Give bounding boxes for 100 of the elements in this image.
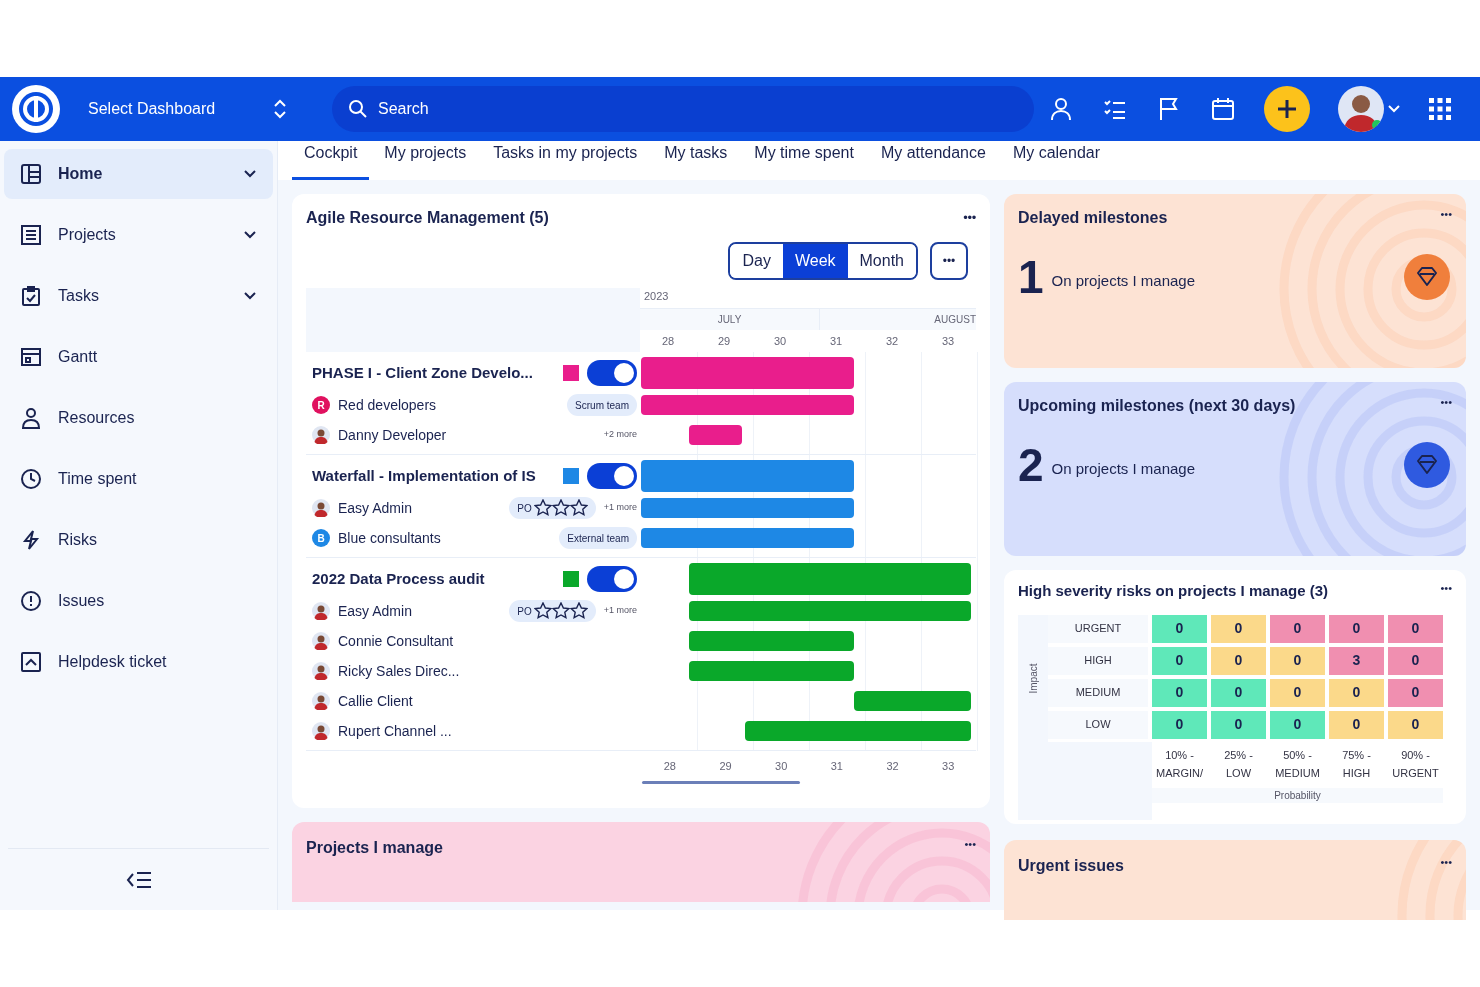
star-icon[interactable] (551, 499, 570, 517)
matrix-cell: 0 (1270, 646, 1325, 675)
week-label: 29 (716, 334, 732, 349)
more-button[interactable]: ••• (1440, 394, 1452, 418)
avatar-icon (312, 602, 330, 620)
sidebar-item[interactable]: Gantt (4, 332, 273, 382)
tab[interactable]: My calendar (1012, 141, 1101, 180)
week-label: 32 (884, 334, 900, 349)
week-label: 33 (941, 759, 956, 774)
resource-name: Rupert Channel ... (338, 721, 453, 741)
more-button[interactable]: ••• (964, 836, 976, 860)
card-title: Urgent issues (1018, 856, 1124, 876)
matrix-cell: 0 (1211, 710, 1266, 739)
milestone-caption: On projects I manage (1051, 270, 1196, 291)
milestone-count: 1 (1018, 254, 1044, 300)
person-icon (20, 407, 42, 429)
sidebar-item[interactable]: Issues (4, 576, 273, 626)
more-button[interactable]: ••• (930, 242, 968, 280)
star-icon[interactable] (569, 602, 588, 620)
sidebar-item[interactable]: Home (4, 149, 273, 199)
toggle[interactable] (587, 566, 637, 592)
matrix-cell: 0 (1211, 614, 1266, 643)
more-count: +2 more (603, 428, 637, 442)
card-title: High severity risks on projects I manage (3) (1018, 581, 1329, 601)
logo-icon[interactable] (12, 85, 60, 133)
more-button[interactable]: ••• (1440, 580, 1452, 603)
column-label: 50% - MEDIUM (1274, 747, 1321, 781)
caret-icon[interactable] (1388, 105, 1400, 113)
week-label: 28 (660, 334, 676, 349)
dashboard-icon (20, 163, 42, 185)
chevron-icon (243, 230, 257, 240)
axis-label: Impact (1026, 663, 1040, 693)
week-label: 28 (662, 759, 677, 774)
week-label: 32 (885, 759, 900, 774)
tab[interactable]: My time spent (754, 141, 854, 180)
milestone-count: 2 (1018, 442, 1044, 488)
tab[interactable]: My attendance (880, 141, 986, 180)
scrollbar[interactable] (642, 781, 800, 784)
project-name: PHASE I - Client Zone Develo... (312, 362, 534, 383)
column-label: 25% - LOW (1223, 747, 1254, 781)
search-icon (348, 99, 368, 119)
milestone-caption: On projects I manage (1051, 458, 1196, 479)
sidebar-item[interactable]: Resources (4, 393, 273, 443)
toggle[interactable] (587, 463, 637, 489)
column-label: 10% - MARGIN/ (1154, 747, 1205, 781)
month-label: AUGUST (933, 313, 976, 327)
chevron-icon (243, 291, 257, 301)
sidebar-item[interactable]: Helpdesk ticket (4, 637, 273, 687)
card-title: Upcoming milestones (next 30 days) (1018, 396, 1296, 416)
week-label: 31 (828, 334, 844, 349)
more-button[interactable]: ••• (963, 208, 976, 228)
sidebar-item[interactable]: Time spent (4, 454, 273, 504)
star-rating[interactable] (533, 602, 588, 620)
tab[interactable]: Tasks in my projects (493, 141, 638, 180)
dashboard-select[interactable]: Select Dashboard (88, 97, 288, 121)
star-icon[interactable] (533, 602, 552, 620)
matrix-cell: 0 (1329, 710, 1384, 739)
add-button[interactable] (1264, 86, 1310, 132)
star-rating[interactable] (533, 499, 588, 517)
apps-grid-icon[interactable] (1428, 97, 1452, 121)
matrix-cell: 0 (1270, 710, 1325, 739)
card-title: Agile Resource Management (5) (306, 208, 549, 228)
year-label: 2023 (643, 289, 670, 304)
chevron-icon (243, 169, 257, 179)
resource-name: Danny Developer (338, 425, 448, 445)
matrix-cell: 0 (1211, 678, 1266, 707)
avatar-icon (312, 692, 330, 710)
row-label: LOW (1048, 710, 1148, 739)
avatar-icon (312, 632, 330, 650)
avatar[interactable] (1338, 86, 1384, 132)
resource-name: Connie Consultant (338, 631, 455, 651)
tab[interactable]: My tasks (664, 141, 728, 180)
tab[interactable]: My projects (384, 141, 467, 180)
sidebar-item[interactable]: Projects (4, 210, 273, 260)
row-label: MEDIUM (1048, 678, 1148, 707)
project-name: Waterfall - Implementation of IS (312, 465, 537, 486)
more-button[interactable]: ••• (1440, 206, 1452, 230)
role-tag: Scrum team (567, 394, 637, 416)
user-icon[interactable] (1048, 96, 1074, 122)
calendar-icon (20, 346, 42, 368)
card-title: Delayed milestones (1018, 208, 1168, 228)
star-icon[interactable] (551, 602, 570, 620)
resource-name: Callie Client (338, 691, 414, 711)
star-icon[interactable] (569, 499, 588, 517)
avatar-icon (312, 662, 330, 680)
avatar: R (312, 396, 330, 414)
matrix-cell: 0 (1388, 678, 1443, 707)
resource-name: Easy Admin (338, 498, 413, 518)
view-button[interactable]: Week (782, 244, 848, 278)
tab[interactable]: Cockpit (292, 141, 370, 180)
calendar-icon[interactable] (1210, 96, 1236, 122)
toggle[interactable] (587, 360, 637, 386)
search-field[interactable]: Search (332, 86, 1034, 132)
sidebar-item[interactable]: Risks (4, 515, 273, 565)
month-label: JULY (640, 309, 820, 330)
card-title: Projects I manage (306, 838, 443, 858)
star-icon[interactable] (533, 499, 552, 517)
sidebar-item[interactable]: Tasks (4, 271, 273, 321)
more-button[interactable]: ••• (1440, 854, 1452, 878)
week-label: 30 (772, 334, 788, 349)
